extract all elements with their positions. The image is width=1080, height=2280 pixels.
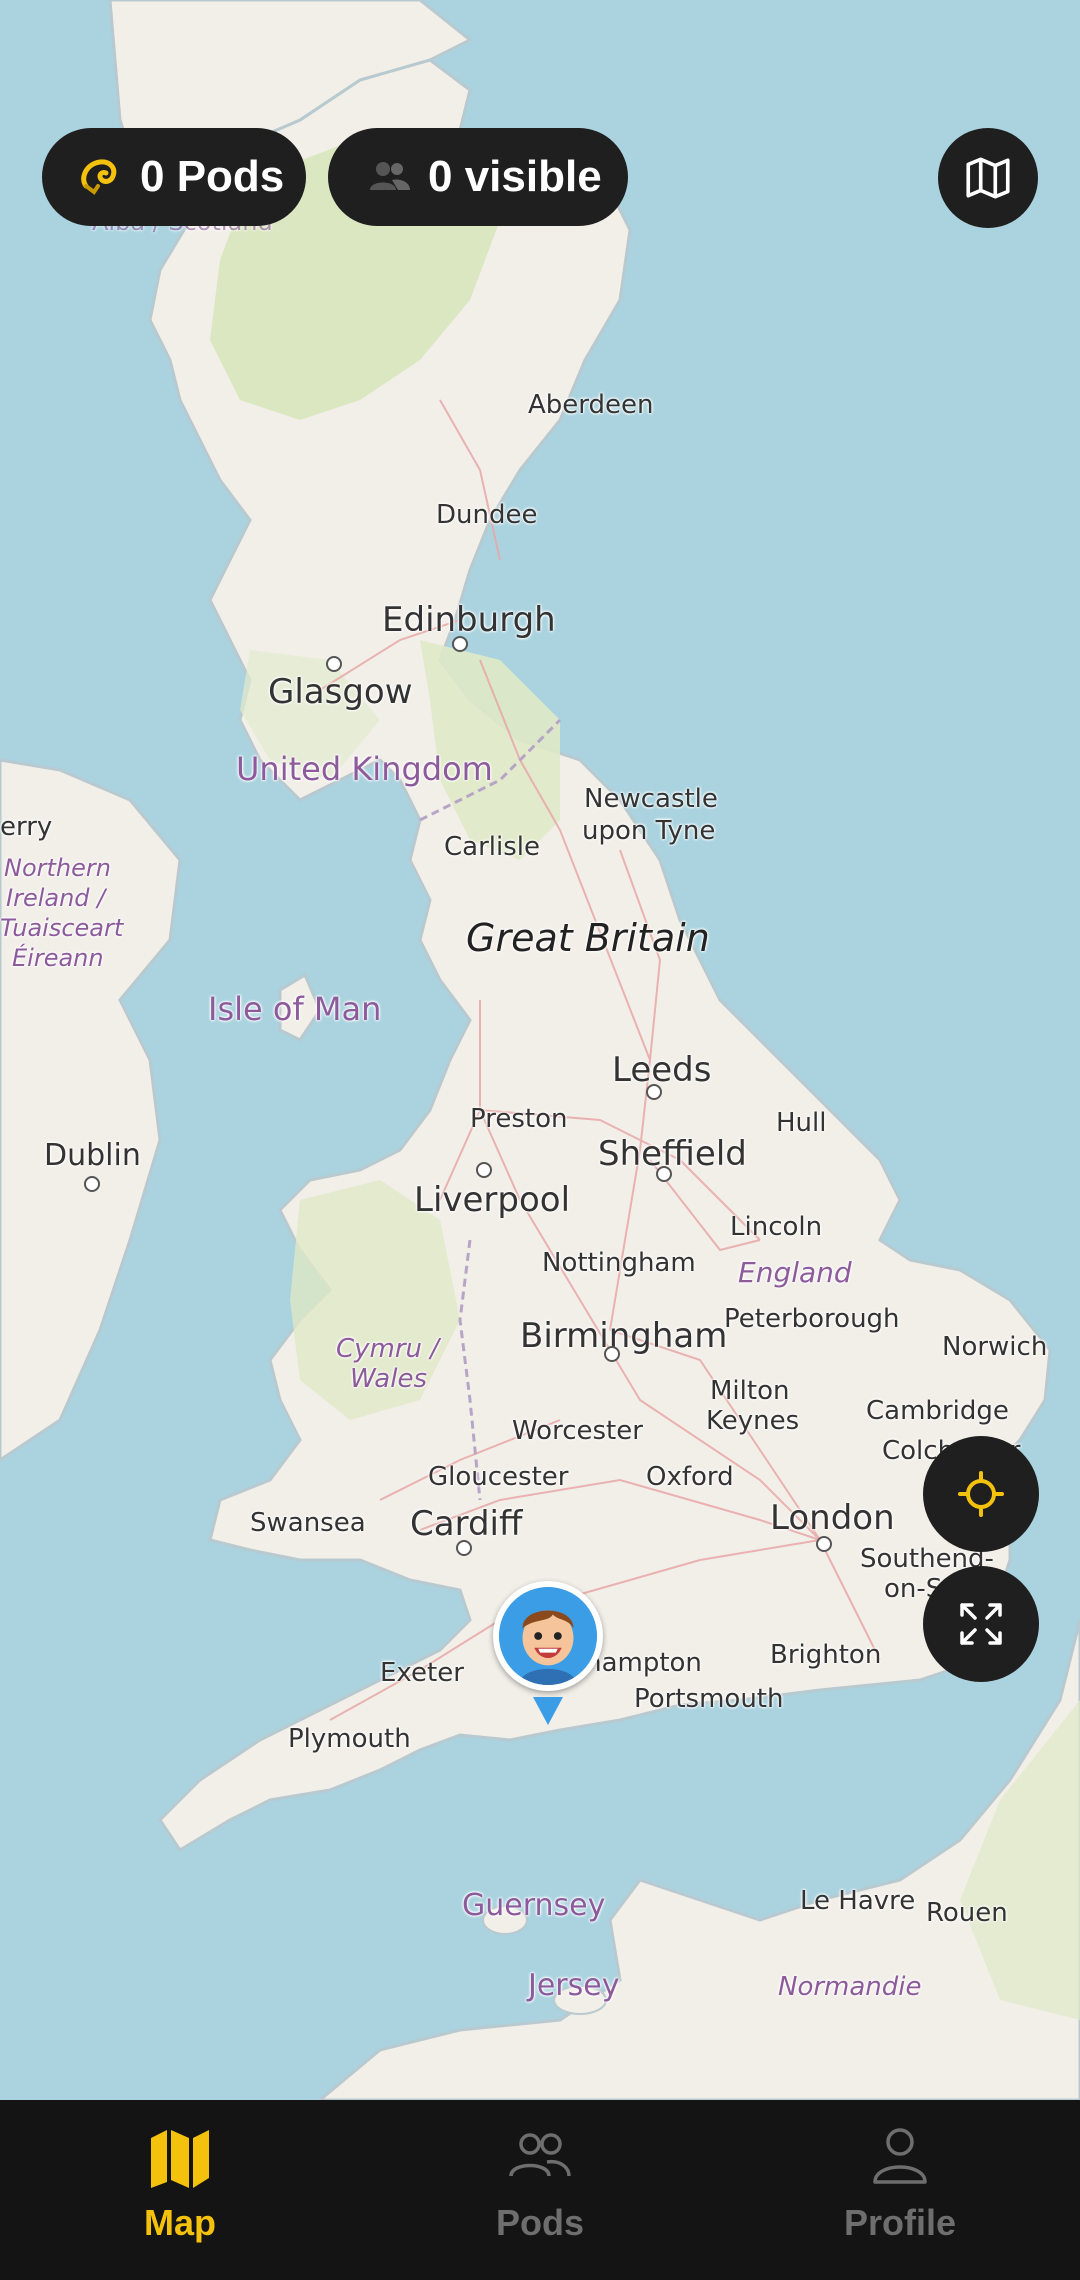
place-milton-line1: Milton: [710, 1376, 790, 1406]
map-icon: [151, 2130, 209, 2188]
pod-icon: [76, 152, 126, 202]
place-brighton: Brighton: [770, 1640, 882, 1670]
place-hull: Hull: [776, 1108, 827, 1138]
city-dot-glasgow: [326, 656, 342, 672]
place-nottingham: Nottingham: [542, 1248, 696, 1278]
place-norwich: Norwich: [942, 1332, 1048, 1362]
avatar: [499, 1587, 597, 1685]
place-lincoln: Lincoln: [730, 1212, 823, 1242]
locate-me-button[interactable]: [923, 1436, 1039, 1552]
place-portsmouth: Portsmouth: [634, 1684, 784, 1714]
place-dublin: Dublin: [44, 1138, 141, 1173]
person-icon: [873, 2128, 927, 2184]
place-cambridge: Cambridge: [866, 1396, 1009, 1426]
nav-item-map[interactable]: Map: [0, 2100, 360, 2280]
place-great-britain: Great Britain: [466, 916, 710, 960]
place-united-kingdom: United Kingdom: [236, 750, 493, 788]
marker-pointer: [533, 1697, 563, 1725]
city-dot-liverpool: [476, 1162, 492, 1178]
place-newcastle-line2: upon Tyne: [582, 816, 716, 846]
fullscreen-button[interactable]: [923, 1566, 1039, 1682]
place-england: England: [738, 1256, 852, 1289]
place-ni-line1: Northern: [4, 854, 111, 882]
map-layers-button[interactable]: [938, 128, 1038, 228]
place-glasgow: Glasgow: [268, 672, 413, 712]
city-dot-sheffield: [656, 1166, 672, 1182]
group-icon: [509, 2133, 571, 2177]
nav-item-pods[interactable]: Pods: [360, 2100, 720, 2280]
place-ni-line3: Tuaisceart: [0, 914, 124, 942]
place-guernsey: Guernsey: [462, 1888, 606, 1923]
crosshair-icon: [958, 1471, 1004, 1517]
place-liverpool: Liverpool: [414, 1180, 571, 1220]
place-jersey: Jersey: [528, 1968, 620, 2003]
nav-label-map: Map: [144, 2202, 216, 2243]
place-plymouth: Plymouth: [288, 1724, 411, 1754]
place-isle-of-man: Isle of Man: [208, 990, 382, 1028]
people-icon: [364, 152, 414, 202]
visible-count-chip[interactable]: 0 visible: [328, 128, 628, 226]
place-cymru-line2: Wales: [350, 1364, 427, 1394]
place-peterborough: Peterborough: [724, 1304, 900, 1334]
place-carlisle: Carlisle: [444, 832, 540, 862]
city-dot-leeds: [646, 1084, 662, 1100]
place-aberdeen: Aberdeen: [528, 390, 654, 420]
app-root: Aberdeen Dundee Edinburgh Glasgow United…: [0, 0, 1080, 2280]
nav-label-profile: Profile: [843, 2202, 957, 2243]
map-view[interactable]: Aberdeen Dundee Edinburgh Glasgow United…: [0, 0, 1080, 2100]
visible-count-label: 0 visible: [428, 152, 602, 201]
place-ni-line2: Ireland /: [6, 884, 106, 912]
place-leeds: Leeds: [612, 1050, 712, 1090]
place-dundee: Dundee: [436, 500, 538, 530]
map-layers-icon: [966, 157, 1010, 199]
place-cardiff: Cardiff: [410, 1504, 523, 1544]
city-dot-birmingham: [604, 1346, 620, 1362]
place-normandie: Normandie: [778, 1972, 922, 2002]
place-edinburgh: Edinburgh: [382, 600, 556, 640]
place-exeter: Exeter: [380, 1658, 464, 1688]
pods-count-chip[interactable]: 0 Pods: [42, 128, 306, 226]
place-milton-line2: Keynes: [706, 1406, 800, 1436]
place-cymru-line1: Cymru /: [336, 1334, 440, 1364]
place-newcastle-line1: Newcastle: [584, 784, 718, 814]
nav-item-profile[interactable]: Profile: [720, 2100, 1080, 2280]
city-dot-dublin: [84, 1176, 100, 1192]
pods-count-label: 0 Pods: [140, 152, 285, 201]
place-gloucester: Gloucester: [428, 1462, 569, 1492]
map-basemap: [0, 0, 1080, 2100]
place-derry: erry: [0, 812, 53, 842]
place-worcester: Worcester: [512, 1416, 643, 1446]
expand-icon: [960, 1603, 1002, 1645]
user-location-marker[interactable]: [493, 1581, 603, 1691]
place-le-havre: Le Havre: [800, 1886, 916, 1916]
place-ni-line4: Éireann: [12, 944, 104, 972]
bottom-navigation: Map Pods Profile: [0, 2100, 1080, 2280]
place-preston: Preston: [470, 1104, 568, 1134]
place-london: London: [770, 1498, 895, 1538]
place-birmingham: Birmingham: [520, 1316, 728, 1356]
nav-label-pods: Pods: [495, 2202, 584, 2243]
place-oxford: Oxford: [646, 1462, 734, 1492]
city-dot-cardiff: [456, 1540, 472, 1556]
city-dot-london: [816, 1536, 832, 1552]
place-swansea: Swansea: [250, 1508, 366, 1538]
city-dot-edinburgh: [452, 636, 468, 652]
place-sheffield: Sheffield: [598, 1134, 747, 1174]
place-rouen: Rouen: [926, 1898, 1008, 1928]
